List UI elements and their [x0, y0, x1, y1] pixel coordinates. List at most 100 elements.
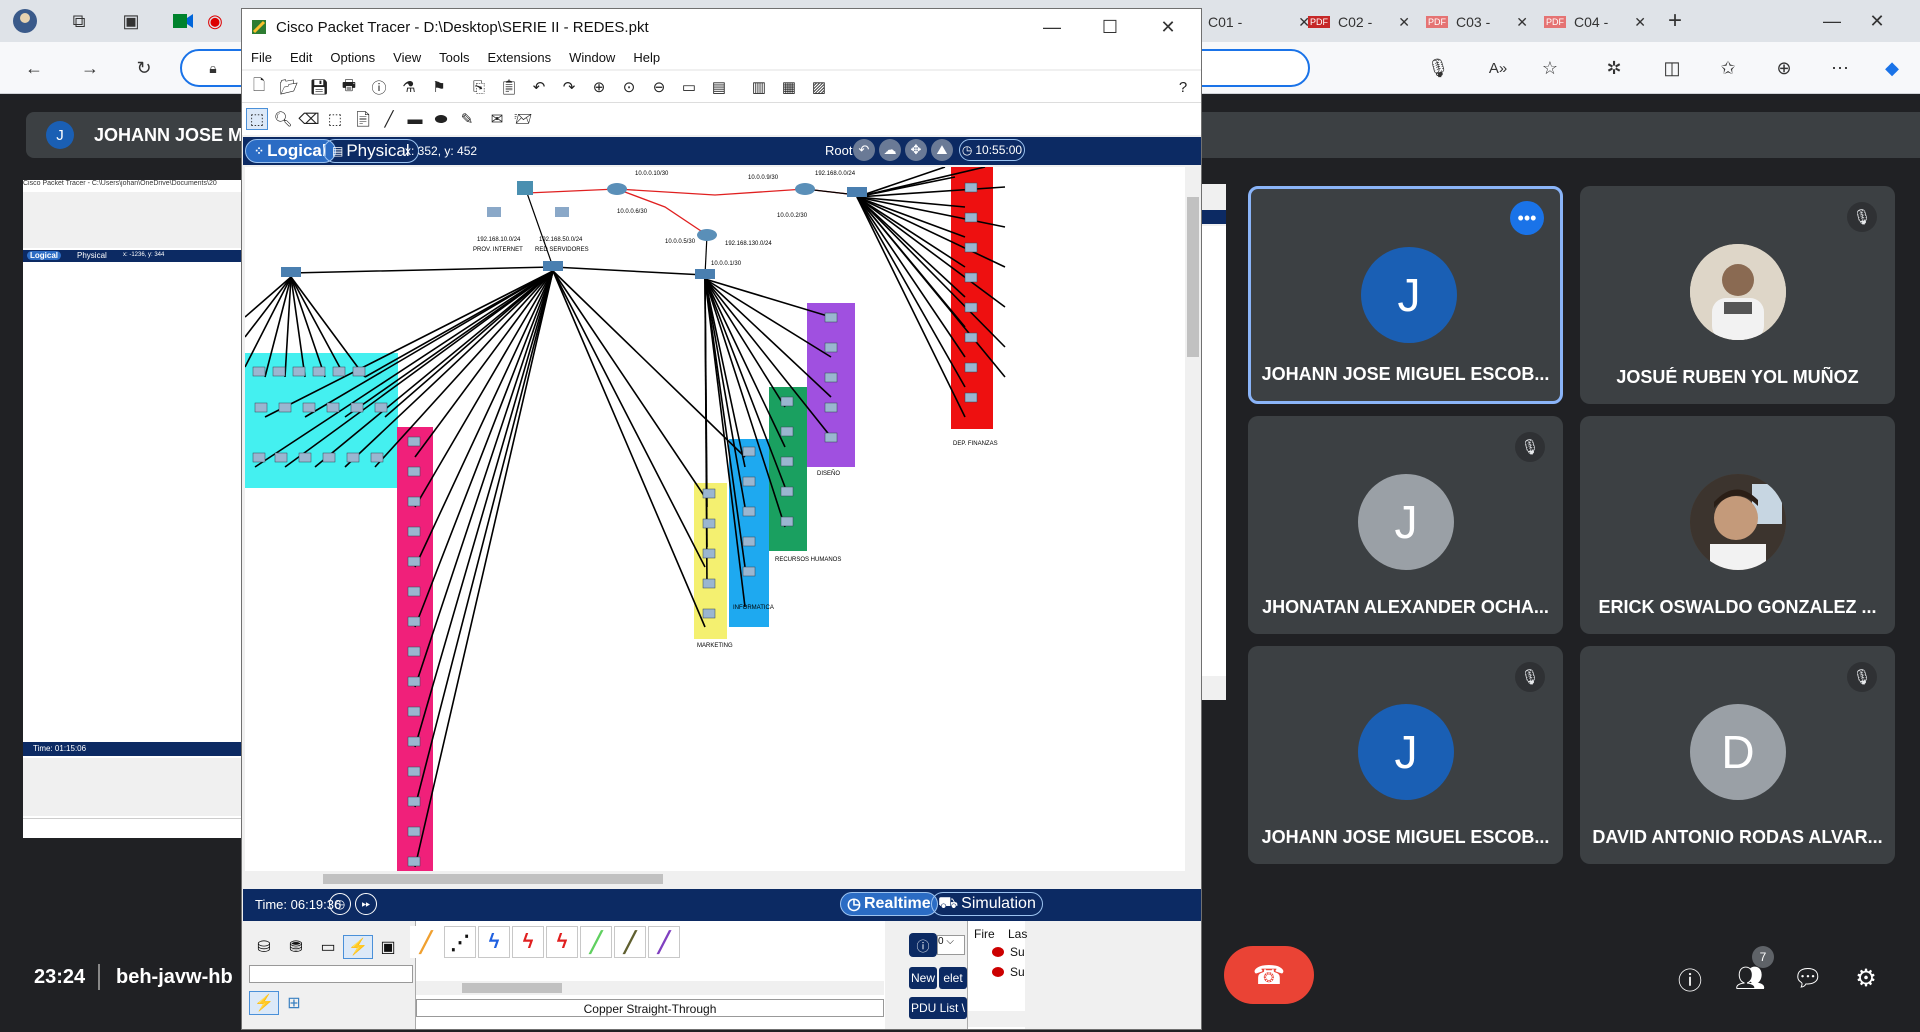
topology-canvas[interactable]: 10.0.0.10/30 10.0.0.9/30 192.168.0.0/24 … — [245, 167, 1185, 871]
chat-icon[interactable]: 💬︎ — [1792, 962, 1824, 994]
delete-icon[interactable]: ⌫ — [298, 108, 320, 130]
routers-category-icon[interactable]: ⛁ — [249, 935, 279, 959]
maximize-icon[interactable]: ☐ — [1096, 13, 1124, 41]
close-window-icon[interactable]: ✕ — [1862, 6, 1892, 36]
delete-pdu-button[interactable]: elet — [939, 967, 967, 989]
logical-tab[interactable]: ⁘ Logical — [245, 139, 336, 163]
crossover-cable-icon[interactable]: ϟ — [512, 926, 544, 958]
back-icon[interactable]: ↶ — [853, 139, 875, 161]
screenshot-icon[interactable]: ▨ — [808, 76, 830, 98]
close-icon[interactable]: ✕ — [1398, 14, 1410, 31]
connections-category-icon[interactable]: ⚡ — [343, 935, 373, 959]
custom-device-icon[interactable]: ▤ — [708, 76, 730, 98]
tab-c02[interactable]: PDF C02 - ✕ — [1300, 7, 1418, 37]
rectangle-icon[interactable]: ▬ — [404, 108, 426, 130]
undo-icon[interactable]: ↶ — [528, 76, 550, 98]
participant-tile[interactable]: D 🎙︎ DAVID ANTONIO RODAS ALVAR... — [1580, 646, 1895, 864]
collections-icon[interactable]: ⊕ — [1770, 54, 1798, 82]
line-icon[interactable]: ╱ — [378, 108, 400, 130]
back-icon[interactable]: ← — [20, 54, 48, 82]
cloud-icon[interactable]: ☁ — [879, 139, 901, 161]
auto-cable-icon[interactable]: ╱ — [410, 926, 442, 958]
menu-tools[interactable]: Tools — [430, 50, 478, 65]
workspaces-icon[interactable]: ⧉ — [64, 6, 94, 36]
menu-extensions[interactable]: Extensions — [478, 50, 560, 65]
reload-icon[interactable]: ↻ — [130, 54, 158, 82]
minimize-icon[interactable]: — — [1038, 13, 1066, 41]
device-search[interactable] — [249, 965, 413, 983]
drawing-palette-icon[interactable]: ▭ — [678, 76, 700, 98]
select-icon[interactable]: ⬚ — [246, 108, 268, 130]
print-icon[interactable]: 🖶︎ — [338, 76, 360, 98]
participant-tile[interactable]: 🎙︎ JOSUÉ RUBEN YOL MUÑOZ — [1580, 186, 1895, 404]
mic-icon[interactable]: 🎙︎ — [1427, 57, 1450, 79]
info-icon[interactable]: ⓘ — [1674, 962, 1706, 995]
power-cycle-icon[interactable]: ◷ — [329, 893, 351, 915]
pdu-list-button[interactable]: PDU List \ — [909, 997, 967, 1019]
resize-icon[interactable]: ⬚ — [324, 108, 346, 130]
more-options-icon[interactable]: ••• — [1510, 201, 1544, 235]
open-icon[interactable]: 📂︎ — [278, 76, 300, 98]
redo-icon[interactable]: ↷ — [558, 76, 580, 98]
viewport-icon[interactable]: ▥ — [748, 76, 770, 98]
menu-options[interactable]: Options — [321, 50, 384, 65]
end-devices-category-icon[interactable]: ▣ — [373, 935, 403, 959]
console-cable-icon[interactable]: ⋰ — [444, 926, 476, 958]
tab-c03[interactable]: PDF C03 - ✕ — [1418, 7, 1536, 37]
scroll-thumb[interactable] — [323, 874, 663, 884]
save-icon[interactable]: 💾︎ — [308, 76, 330, 98]
horizontal-scrollbar[interactable] — [245, 871, 1185, 887]
help-icon[interactable]: ? — [1172, 76, 1194, 98]
activities-icon[interactable]: ⚙︎ — [1850, 962, 1882, 994]
tab-c04[interactable]: PDF C04 - ✕ — [1536, 7, 1654, 37]
zoom-out-icon[interactable]: ⊖ — [648, 76, 670, 98]
zoom-reset-icon[interactable]: ⊙ — [618, 76, 640, 98]
connections-subcategory-icon[interactable]: ⚡ — [249, 991, 279, 1015]
background-icon[interactable]: ⛰ — [931, 139, 953, 161]
close-icon[interactable]: ✕ — [1516, 14, 1528, 31]
lock-icon[interactable]: 🔒︎ — [202, 57, 224, 79]
inspect-icon[interactable]: 🔍︎ — [272, 108, 294, 130]
copy-icon[interactable]: ⎘ — [468, 76, 490, 98]
split-screen-icon[interactable]: ◫ — [1658, 54, 1686, 82]
straight-through-cable-icon[interactable]: ϟ — [478, 926, 510, 958]
forward-icon[interactable]: → — [76, 54, 104, 82]
menu-file[interactable]: File — [242, 50, 281, 65]
tab-actions-icon[interactable]: ▣ — [116, 6, 146, 36]
scroll-thumb[interactable] — [1187, 197, 1199, 357]
scroll-thumb[interactable] — [462, 983, 562, 993]
info-icon[interactable]: ⓘ — [368, 76, 390, 98]
freeform-icon[interactable]: ✎ — [456, 108, 478, 130]
simulation-tab[interactable]: ⛟ Simulation — [931, 892, 1043, 916]
new-tab-button[interactable]: + — [1660, 6, 1690, 36]
menu-view[interactable]: View — [384, 50, 430, 65]
menu-window[interactable]: Window — [560, 50, 624, 65]
leave-call-button[interactable]: ☎ — [1224, 946, 1314, 1004]
network-info-icon[interactable]: ⚗︎ — [398, 76, 420, 98]
realtime-tab[interactable]: ◷ Realtime — [840, 892, 938, 916]
participant-tile[interactable]: J 🎙︎ JOHANN JOSE MIGUEL ESCOB... — [1248, 646, 1563, 864]
meet-tab-icon[interactable] — [168, 6, 198, 36]
add-simple-pdu-icon[interactable]: ✉︎ — [486, 108, 508, 130]
close-icon[interactable]: ✕ — [1634, 14, 1646, 31]
scenario-select[interactable]: 0 ⌵ — [937, 935, 965, 955]
paste-icon[interactable]: 📋︎ — [498, 76, 520, 98]
copilot-icon[interactable]: ◆ — [1878, 54, 1906, 82]
ellipse-icon[interactable]: ⬬ — [430, 108, 452, 130]
pdu-scrollbar[interactable] — [968, 1011, 1026, 1027]
close-icon[interactable]: ✕ — [1154, 13, 1182, 41]
fiber-cable-icon[interactable]: ╱ — [580, 926, 612, 958]
cluster-icon[interactable]: ▦ — [778, 76, 800, 98]
hubs-category-icon[interactable]: ▭ — [313, 935, 343, 959]
add-complex-pdu-icon[interactable]: 📨︎ — [512, 108, 534, 130]
serial-dce-cable-icon[interactable]: ϟ — [546, 926, 578, 958]
zoom-in-icon[interactable]: ⊕ — [588, 76, 610, 98]
participant-tile[interactable]: J 🎙︎ JHONATAN ALEXANDER OCHA... — [1248, 416, 1563, 634]
phone-cable-icon[interactable]: ╱ — [614, 926, 646, 958]
cable-scrollbar[interactable] — [416, 981, 884, 995]
coaxial-cable-icon[interactable]: ╱ — [648, 926, 680, 958]
favorites-icon[interactable]: ✩ — [1714, 54, 1742, 82]
favorite-star-icon[interactable]: ☆ — [1536, 54, 1564, 82]
note-icon[interactable]: 📄︎ — [352, 108, 374, 130]
menu-help[interactable]: Help — [624, 50, 669, 65]
